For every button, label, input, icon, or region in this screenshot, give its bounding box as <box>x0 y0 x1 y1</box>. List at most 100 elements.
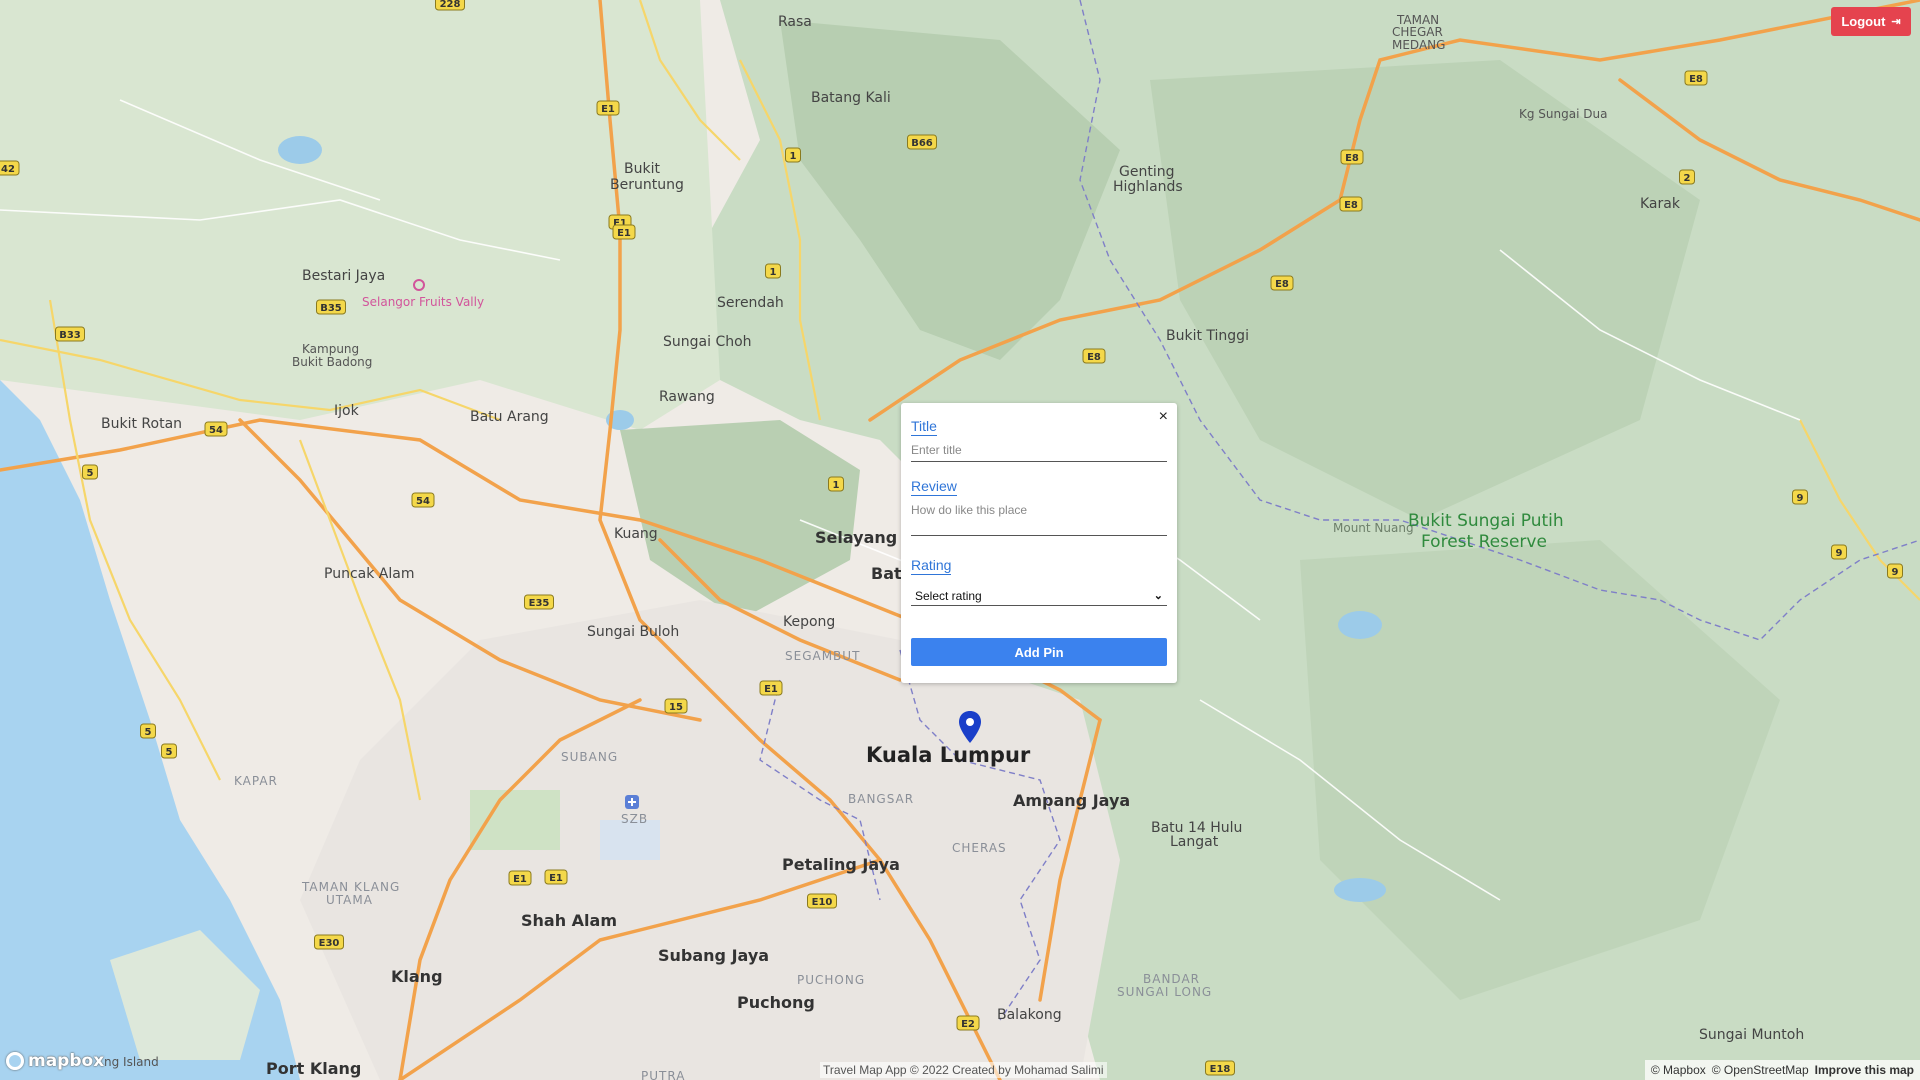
label-sungai-choh: Sungai Choh <box>663 334 752 350</box>
svg-text:42: 42 <box>1 164 15 175</box>
review-label: Review <box>911 478 957 496</box>
add-pin-button[interactable]: Add Pin <box>911 638 1167 666</box>
route-shield: E18 <box>1205 1060 1235 1076</box>
route-shield: B66 <box>907 134 937 150</box>
route-shield: E8 <box>1340 149 1364 165</box>
label-batang-kali: Batang Kali <box>811 90 891 106</box>
svg-text:E1: E1 <box>764 684 778 695</box>
label-kuala-lumpur: Kuala Lumpur <box>866 743 1031 767</box>
label-fruits-valley: Selangor Fruits Vallу <box>362 295 484 309</box>
label-kampung: Kampung <box>302 342 359 356</box>
route-shield: 15 <box>664 698 688 714</box>
map-pin-icon[interactable] <box>957 710 983 744</box>
label-szb: SZB <box>621 812 648 826</box>
route-shield: E8 <box>1082 348 1106 364</box>
label-chegar: CHEGAR <box>1392 25 1443 39</box>
label-bukit: Bukit <box>624 161 660 177</box>
title-input[interactable] <box>911 443 1167 462</box>
svg-text:2: 2 <box>1684 173 1691 184</box>
route-shield: 1 <box>765 263 781 279</box>
close-icon[interactable]: × <box>1159 409 1168 425</box>
map-attribution: © Mapbox © OpenStreetMap Improve this ma… <box>1644 1060 1920 1080</box>
svg-text:5: 5 <box>166 747 173 758</box>
label-ijok: Ijok <box>334 403 360 419</box>
svg-text:E8: E8 <box>1275 279 1289 290</box>
label-sungai-long: SUNGAI LONG <box>1117 985 1212 999</box>
label-bukit-badong: Bukit Badong <box>292 355 372 369</box>
logout-button[interactable]: Logout ⇥ <box>1831 7 1911 36</box>
svg-text:15: 15 <box>669 702 683 713</box>
svg-text:5: 5 <box>87 468 94 479</box>
chevron-down-icon: ⌄ <box>1153 590 1163 602</box>
label-island: ng Island <box>104 1055 159 1069</box>
label-forest-reserve-2: Forest Reserve <box>1421 532 1547 552</box>
airport-icon <box>625 795 639 809</box>
label-karak: Karak <box>1640 196 1681 212</box>
route-shield: E8 <box>1270 275 1294 291</box>
label-rasa: Rasa <box>778 14 812 30</box>
route-shield: 54 <box>204 421 228 437</box>
label-ampang-jaya: Ampang Jaya <box>1013 791 1130 810</box>
svg-text:E8: E8 <box>1087 352 1101 363</box>
route-shield: E35 <box>524 594 554 610</box>
route-shield: B33 <box>55 326 85 342</box>
rating-select[interactable]: Select rating ⌄ <box>911 586 1167 606</box>
route-shield: 54 <box>411 492 435 508</box>
mapbox-attribution-link[interactable]: © Mapbox <box>1651 1063 1706 1077</box>
label-puchong-district: PUCHONG <box>797 973 865 987</box>
title-label: Title <box>911 418 937 436</box>
label-beruntung: Beruntung <box>610 177 684 193</box>
label-serendah: Serendah <box>717 295 784 311</box>
sign-out-icon: ⇥ <box>1891 16 1901 28</box>
review-textarea[interactable] <box>911 503 1167 536</box>
label-mount-nuang: Mount Nuang <box>1333 521 1414 535</box>
route-shield: 9 <box>1831 544 1847 560</box>
label-taman-klang-utama: TAMAN KLANG <box>301 880 400 894</box>
svg-text:E2: E2 <box>961 1019 975 1030</box>
osm-attribution-link[interactable]: © OpenStreetMap <box>1712 1063 1809 1077</box>
label-subang: SUBANG <box>561 750 618 764</box>
label-langat: Langat <box>1170 834 1219 850</box>
label-segambut: SEGAMBUT <box>785 649 860 663</box>
svg-text:1: 1 <box>833 480 840 491</box>
svg-text:9: 9 <box>1797 493 1804 504</box>
svg-text:B66: B66 <box>911 138 933 149</box>
label-kuang: Kuang <box>614 526 658 542</box>
label-port-klang: Port Klang <box>266 1059 361 1078</box>
label-rawang: Rawang <box>659 389 715 405</box>
route-shield: B35 <box>316 299 346 315</box>
route-shield: 1 <box>785 147 801 163</box>
svg-text:E1: E1 <box>617 228 631 239</box>
label-puchong: Puchong <box>737 993 815 1012</box>
label-bandar: BANDAR <box>1143 972 1200 986</box>
svg-text:E10: E10 <box>812 897 833 908</box>
svg-text:1: 1 <box>790 151 797 162</box>
svg-text:E1: E1 <box>601 104 615 115</box>
label-klang: Klang <box>391 967 443 986</box>
label-kepong: Kepong <box>783 614 835 630</box>
route-shield: 5 <box>140 723 156 739</box>
label-highlands: Highlands <box>1113 179 1183 195</box>
label-bestari-jaya: Bestari Jaya <box>302 268 385 284</box>
route-shield: 5 <box>161 743 177 759</box>
label-kapar: KAPAR <box>234 774 278 788</box>
route-shield: E1 <box>508 870 532 886</box>
svg-text:5: 5 <box>145 727 152 738</box>
svg-text:54: 54 <box>416 496 430 507</box>
route-shield: E10 <box>807 893 837 909</box>
route-shield: E2 <box>956 1015 980 1031</box>
svg-text:E18: E18 <box>1210 1064 1231 1075</box>
mapbox-logo[interactable]: mapbox <box>6 1051 104 1071</box>
route-shield: E30 <box>314 934 344 950</box>
route-shield: E1 <box>596 100 620 116</box>
label-shah-alam: Shah Alam <box>521 911 617 930</box>
svg-text:54: 54 <box>209 425 223 436</box>
label-subang-jaya: Subang Jaya <box>658 946 769 965</box>
label-sungai-buloh: Sungai Buloh <box>587 624 679 640</box>
svg-text:B33: B33 <box>59 330 81 341</box>
svg-text:E8: E8 <box>1689 74 1703 85</box>
route-shield: 9 <box>1792 489 1808 505</box>
footer-credit: Travel Map App © 2022 Created by Mohamad… <box>820 1062 1107 1078</box>
improve-map-link[interactable]: Improve this map <box>1815 1063 1914 1077</box>
svg-text:E8: E8 <box>1344 200 1358 211</box>
